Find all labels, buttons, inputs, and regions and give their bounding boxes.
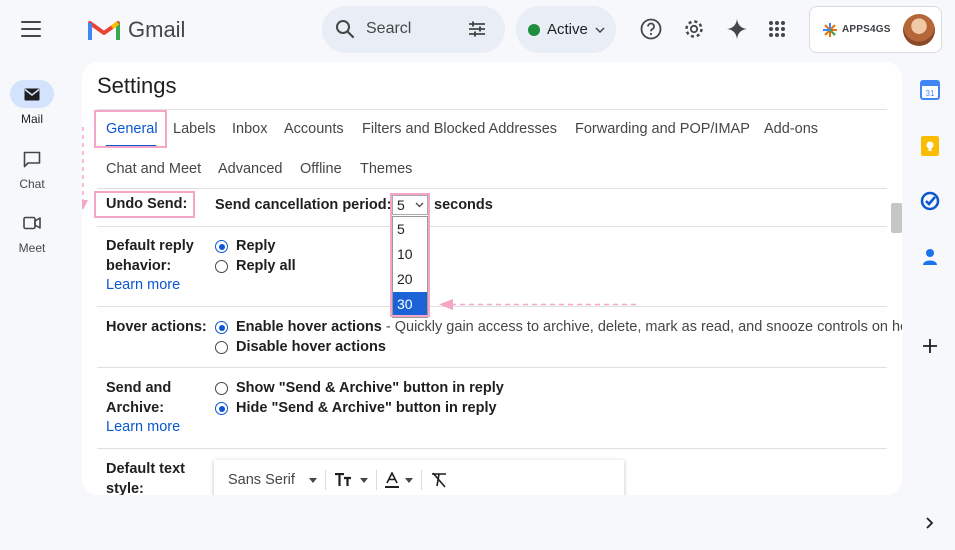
- avatar[interactable]: [903, 14, 935, 46]
- divider: [97, 109, 887, 110]
- hide-send-archive-radio[interactable]: [215, 402, 228, 415]
- tab-inbox[interactable]: Inbox: [232, 121, 267, 137]
- tab-chat-meet[interactable]: Chat and Meet: [106, 161, 201, 177]
- font-size-icon[interactable]: [334, 473, 368, 487]
- hide-send-archive-label: Hide "Send & Archive" button in reply: [236, 400, 497, 416]
- tab-addons[interactable]: Add-ons: [764, 121, 818, 137]
- page-title: Settings: [97, 73, 177, 98]
- seconds-label: seconds: [434, 197, 493, 213]
- reply-radio[interactable]: [215, 240, 228, 253]
- svg-text:31: 31: [926, 89, 935, 98]
- tab-themes[interactable]: Themes: [360, 161, 412, 177]
- send-archive-learn-more-link[interactable]: Learn more: [106, 419, 180, 435]
- tab-filters[interactable]: Filters and Blocked Addresses: [362, 121, 557, 137]
- status-selector[interactable]: Active: [516, 6, 616, 53]
- reply-option-label: Reply: [236, 238, 276, 254]
- hover-actions-label: Hover actions:: [106, 319, 207, 335]
- gemini-sparkle-icon[interactable]: [725, 17, 749, 41]
- highlight-box-general-tab: [94, 110, 167, 148]
- add-icon[interactable]: [918, 334, 942, 358]
- account-switcher[interactable]: APPS4GS: [809, 6, 942, 53]
- enable-hover-option: Enable hover actions - Quickly gain acce…: [236, 317, 902, 337]
- formatting-toolbar: Sans Serif: [214, 460, 624, 495]
- apps-grid-icon[interactable]: [765, 17, 789, 41]
- calendar-icon[interactable]: 31: [918, 78, 942, 102]
- meet-icon: [10, 209, 54, 237]
- search-bar[interactable]: [322, 6, 505, 53]
- settings-panel: Settings General Labels Inbox Accounts F…: [82, 62, 902, 495]
- main-menu-icon[interactable]: [21, 21, 41, 37]
- contacts-icon[interactable]: [918, 245, 942, 269]
- gmail-logo[interactable]: Gmail: [88, 16, 185, 44]
- text-color-icon[interactable]: [384, 472, 413, 488]
- disable-hover-label: Disable hover actions: [236, 339, 386, 355]
- dashed-arrow-down: [82, 127, 88, 210]
- toolbar-separator: [324, 470, 326, 490]
- mail-icon: [10, 80, 54, 108]
- settings-gear-icon[interactable]: [682, 17, 706, 41]
- highlight-box-undo-send: [94, 191, 195, 218]
- divider: [97, 226, 887, 227]
- status-dot-icon: [528, 23, 540, 36]
- apps4gs-logo-icon: [823, 22, 837, 37]
- text-style-label: Default text style:: [106, 461, 185, 495]
- font-family-select[interactable]: Sans Serif: [228, 472, 295, 488]
- toolbar-separator: [375, 470, 377, 490]
- enable-hover-description: - Quickly gain access to archive, delete…: [381, 319, 902, 335]
- tab-accounts[interactable]: Accounts: [284, 121, 344, 137]
- chevron-right-icon[interactable]: [918, 511, 942, 535]
- divider: [97, 188, 887, 189]
- dashed-arrow-left: [439, 299, 640, 310]
- tab-forwarding[interactable]: Forwarding and POP/IMAP: [575, 121, 750, 137]
- reply-all-radio[interactable]: [215, 260, 228, 273]
- send-archive-label: Send and Archive:: [106, 380, 172, 416]
- account-name: APPS4GS: [842, 24, 891, 35]
- nav-mail[interactable]: Mail: [0, 80, 64, 126]
- search-options-icon[interactable]: [467, 19, 487, 39]
- scrollbar-thumb[interactable]: [891, 203, 902, 233]
- gmail-m-icon: [88, 21, 120, 40]
- disable-hover-radio[interactable]: [215, 341, 228, 354]
- tab-advanced[interactable]: Advanced: [218, 161, 283, 177]
- app-name: Gmail: [128, 17, 186, 42]
- keep-icon[interactable]: [918, 134, 942, 158]
- enable-hover-label: Enable hover actions: [236, 319, 382, 335]
- help-icon[interactable]: [639, 17, 663, 41]
- search-icon[interactable]: [335, 19, 355, 39]
- search-input[interactable]: [366, 20, 456, 38]
- nav-chat-label: Chat: [19, 177, 45, 191]
- divider: [97, 367, 887, 368]
- toolbar-separator: [420, 470, 422, 490]
- chevron-down-icon: [595, 26, 605, 33]
- show-send-archive-label: Show "Send & Archive" button in reply: [236, 380, 504, 396]
- show-send-archive-radio[interactable]: [215, 382, 228, 395]
- enable-hover-radio[interactable]: [215, 321, 228, 334]
- status-label: Active: [547, 21, 588, 38]
- remove-formatting-icon[interactable]: [430, 472, 448, 488]
- reply-all-option-label: Reply all: [236, 258, 296, 274]
- font-dropdown-arrow-icon[interactable]: [308, 477, 317, 483]
- reply-learn-more-link[interactable]: Learn more: [106, 277, 180, 293]
- reply-behavior-label: Default reply behavior:: [106, 238, 194, 274]
- divider: [97, 448, 887, 449]
- highlight-box-dropdown: [390, 193, 430, 317]
- tab-offline[interactable]: Offline: [300, 161, 342, 177]
- nav-chat[interactable]: Chat: [0, 145, 64, 191]
- nav-mail-label: Mail: [20, 112, 43, 126]
- tasks-icon[interactable]: [918, 189, 942, 213]
- nav-meet-label: Meet: [18, 241, 46, 255]
- cancellation-period-label: Send cancellation period:: [215, 197, 392, 213]
- tab-labels[interactable]: Labels: [173, 121, 216, 137]
- chat-icon: [10, 145, 54, 173]
- nav-meet[interactable]: Meet: [0, 209, 64, 255]
